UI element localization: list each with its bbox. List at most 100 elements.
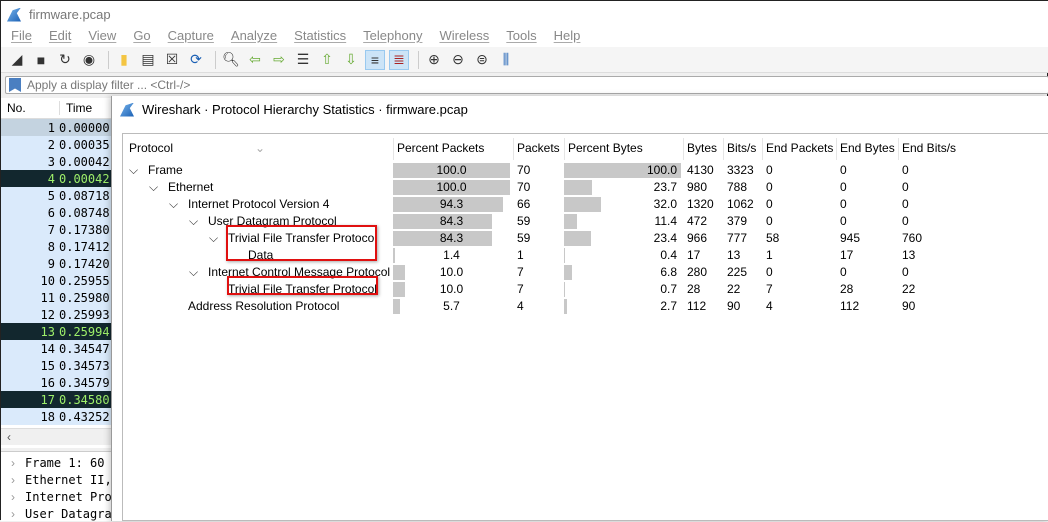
detail-text: Internet Pro [25,489,112,504]
go-to-packet-icon[interactable]: ☰ [293,50,313,70]
detail-row[interactable]: › Frame 1: 60 [1,454,113,471]
expand-arrow-icon[interactable]: › [1,456,25,470]
packets: 1 [517,248,524,262]
menu-capture[interactable]: Capture [168,28,214,47]
go-back-icon[interactable]: ⇦ [245,50,265,70]
go-forward-icon[interactable]: ⇨ [269,50,289,70]
menu-bar: File Edit View Go Capture Analyze Statistics Te… [1,28,1048,47]
expand-arrow-icon[interactable]: › [1,507,25,521]
column-header-end-bytes[interactable]: End Bytes [840,141,895,155]
menu-go[interactable]: Go [133,28,150,47]
column-no[interactable]: No. [1,101,59,115]
packet-row[interactable]: 16 0.34579 [1,374,113,391]
start-capture-icon[interactable]: ◢ [7,50,27,70]
packet-row[interactable]: 10 0.25955 [1,272,113,289]
menu-file[interactable]: File [11,28,32,47]
zoom-reset-icon[interactable]: ⊜ [472,50,492,70]
column-header-end-packets[interactable]: End Packets [766,141,833,155]
chevron-down-icon[interactable]: ⌵ [169,197,178,212]
column-header-packets[interactable]: Packets [517,141,560,155]
close-file-icon[interactable]: ☒ [162,50,182,70]
packet-row[interactable]: 9 0.17420 [1,255,113,272]
packets: 7 [517,282,524,296]
packet-time: 0.34579 [59,375,110,390]
bytes: 280 [687,265,708,279]
restart-capture-icon[interactable]: ↻ [55,50,75,70]
packet-row[interactable]: 17 0.34580 [1,391,113,408]
zoom-in-icon[interactable]: ⊕ [424,50,444,70]
chevron-down-icon[interactable]: ⌵ [209,231,218,246]
protocol-row[interactable]: Address Resolution Protocol 5.7 4 2.7 112 90 4… [123,298,1048,315]
menu-view[interactable]: View [88,28,116,47]
menu-telephony[interactable]: Telephony [363,28,422,47]
column-header-bytes[interactable]: Bytes [687,141,717,155]
find-packet-icon[interactable]: 🔍︎ [221,50,241,70]
packet-row[interactable]: 5 0.08718 [1,187,113,204]
protocol-row[interactable]: ⌵ Frame 100.0 70 100.0 4130 3323 0 0 0 [123,162,1048,179]
packet-row[interactable]: 2 0.00035 [1,136,113,153]
packet-time: 0.00042 [59,171,110,186]
chevron-down-icon[interactable]: ⌵ [129,163,138,178]
percent-bytes: 23.4 [653,231,677,245]
first-packet-icon[interactable]: ⇧ [317,50,337,70]
expand-arrow-icon[interactable]: › [1,473,25,487]
packet-row[interactable]: 18 0.43252 [1,408,113,425]
protocol-row[interactable]: ⌵ Ethernet 100.0 70 23.7 980 788 0 0 0 [123,179,1048,196]
packet-row[interactable]: 7 0.17380 [1,221,113,238]
packet-no: 4 [47,171,55,186]
display-filter-input[interactable]: Apply a display filter ... <Ctrl-/> [5,76,1048,94]
menu-analyze[interactable]: Analyze [231,28,277,47]
packet-row[interactable]: 14 0.34547 [1,340,113,357]
expand-arrow-icon[interactable]: › [1,490,25,504]
capture-options-icon[interactable]: ◉ [79,50,99,70]
zoom-out-icon[interactable]: ⊖ [448,50,468,70]
packet-row[interactable]: 12 0.25993 [1,306,113,323]
column-header-percent-packets[interactable]: Percent Packets [397,141,484,155]
window-title: firmware.pcap [29,7,111,22]
column-header-percent-bytes[interactable]: Percent Bytes [568,141,643,155]
packet-row[interactable]: 8 0.17412 [1,238,113,255]
packet-no: 9 [47,256,55,271]
chevron-down-icon[interactable]: ⌵ [189,214,198,229]
percent-bytes: 32.0 [653,197,677,211]
colorize-icon[interactable]: ≣ [389,49,409,70]
protocol-row[interactable]: ⌵ Internet Protocol Version 4 94.3 66 32.0 13… [123,196,1048,213]
open-file-icon[interactable]: ▮ [114,50,134,70]
bookmark-icon[interactable] [9,78,21,92]
packet-row[interactable]: 11 0.25980 [1,289,113,306]
end-bytes: 28 [840,282,854,296]
menu-tools[interactable]: Tools [506,28,536,47]
packet-row[interactable]: 6 0.08748 [1,204,113,221]
column-header-protocol[interactable]: Protocol [129,141,173,155]
horizontal-scrollbar[interactable]: ‹ [1,428,113,445]
save-file-icon[interactable]: ▤ [138,50,158,70]
column-header-bits-per-sec[interactable]: Bits/s [727,141,756,155]
packet-row[interactable]: 4 0.00042 [1,170,113,187]
detail-row[interactable]: › Ethernet II, [1,471,113,488]
end-bytes: 112 [840,299,860,313]
stop-capture-icon[interactable]: ■ [31,50,51,70]
resize-columns-icon[interactable]: ⫼ [496,50,516,70]
autoscroll-icon[interactable]: ≡ [365,49,385,70]
menu-edit[interactable]: Edit [49,28,71,47]
packet-row[interactable]: 13 0.25994 [1,323,113,340]
end-bits-per-sec: 760 [902,231,923,245]
menu-help[interactable]: Help [554,28,581,47]
percent-packets: 94.3 [439,197,464,211]
column-time[interactable]: Time [59,101,92,115]
packet-row[interactable]: 1 0.00000 [1,119,113,136]
last-packet-icon[interactable]: ⇩ [341,50,361,70]
column-header-end-bits-per-sec[interactable]: End Bits/s [902,141,956,155]
scroll-left-icon[interactable]: ‹ [7,430,11,444]
chevron-down-icon[interactable]: ⌵ [149,180,158,195]
packet-row[interactable]: 3 0.00042 [1,153,113,170]
chevron-down-icon[interactable]: ⌵ [189,265,198,280]
detail-row[interactable]: › Internet Pro [1,488,113,505]
bytes: 980 [687,180,708,194]
packet-row[interactable]: 15 0.34573 [1,357,113,374]
menu-statistics[interactable]: Statistics [294,28,346,47]
packet-time: 0.17420 [59,256,110,271]
reload-file-icon[interactable]: ⟳ [186,50,206,70]
detail-row[interactable]: › User Datagra [1,505,113,522]
menu-wireless[interactable]: Wireless [439,28,489,47]
